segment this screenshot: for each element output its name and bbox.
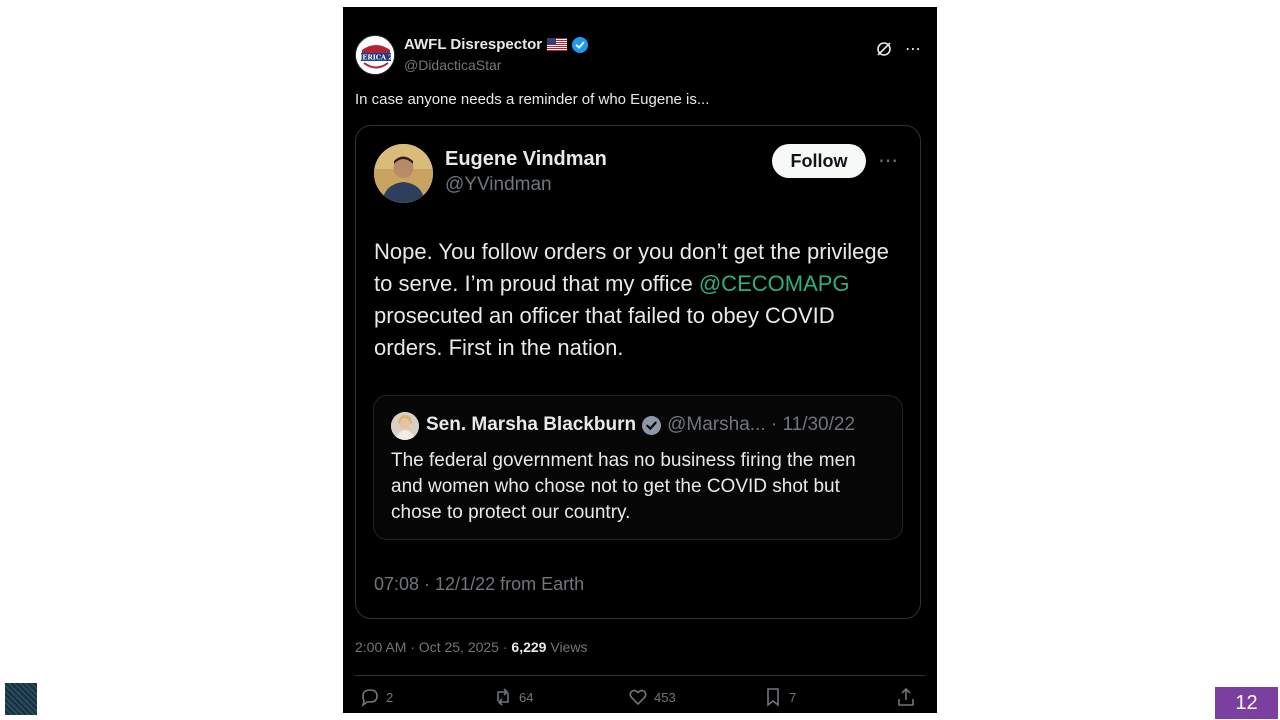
- tweet-meta: 2:00 AM · Oct 25, 2025 · 6,229 Views: [355, 639, 587, 655]
- embedded-screenshot-card: Eugene Vindman @YVindman Follow ⋯ Nope. …: [355, 125, 921, 619]
- views-label: Views: [546, 639, 588, 655]
- america-250-logo: AMERICA 250: [356, 36, 395, 74]
- author-handle[interactable]: @DidacticaStar: [404, 57, 501, 73]
- embedded-timestamp: 07:08 · 12/1/22 from Earth: [374, 574, 585, 594]
- avatar-logo-text: AMERICA 250: [356, 54, 395, 62]
- grok-icon[interactable]: [875, 40, 893, 58]
- embedded-avatar: [374, 144, 433, 203]
- embedded-more-icon: ⋯: [878, 150, 899, 172]
- embedded-author-name: Eugene Vindman: [445, 148, 607, 170]
- divider: [355, 675, 925, 676]
- reply-icon: [361, 689, 378, 707]
- author-name-row: AWFL Disrespector: [404, 36, 589, 53]
- embedded-tweet-body: Nope. You follow orders or you don’t get…: [374, 236, 904, 364]
- reply-button[interactable]: 2: [360, 687, 393, 707]
- tweet-header: AMERICA 250 AWFL Disrespector @D: [355, 35, 925, 77]
- follow-button: Follow: [772, 144, 866, 178]
- share-button[interactable]: [896, 687, 916, 707]
- header-actions: ⋯: [875, 39, 921, 59]
- views-count: 6,229: [511, 639, 547, 655]
- embedded-author-handle: @YVindman: [445, 174, 552, 195]
- repost-button[interactable]: 64: [493, 687, 533, 707]
- bookmark-icon: [767, 688, 779, 707]
- like-button[interactable]: 453: [628, 687, 676, 707]
- avatar[interactable]: AMERICA 250: [355, 35, 395, 75]
- heart-icon: [629, 689, 647, 706]
- tweet-text: In case anyone needs a reminder of who E…: [355, 91, 710, 108]
- verified-badge-icon: [642, 415, 662, 435]
- quoted-header: Sen. Marsha Blackburn @Marsha... · 11/30…: [426, 414, 855, 436]
- embedded-body-text-2: prosecuted an officer that failed to obe…: [374, 303, 835, 360]
- quoted-author-handle: @Marsha... · 11/30/22: [667, 414, 856, 435]
- tweet-screenshot: AMERICA 250 AWFL Disrespector @D: [343, 7, 937, 713]
- repost-icon: [497, 688, 509, 706]
- quoted-tweet-body: The federal government has no business f…: [391, 450, 856, 523]
- slide: AMERICA 250 AWFL Disrespector @D: [0, 0, 1280, 720]
- more-options-icon[interactable]: ⋯: [905, 39, 921, 59]
- quoted-avatar: [391, 412, 419, 440]
- tweet-action-bar: 2 64 453 7: [355, 687, 925, 711]
- tweet-timestamp[interactable]: 2:00 AM · Oct 25, 2025 ·: [355, 639, 511, 655]
- share-icon: [898, 687, 914, 706]
- quoted-author-name: Sen. Marsha Blackburn: [426, 414, 637, 435]
- like-count: 453: [654, 689, 676, 705]
- repost-count: 64: [519, 689, 534, 705]
- bookmark-button[interactable]: 7: [763, 687, 796, 707]
- us-flag-icon: [547, 38, 568, 51]
- author-name[interactable]: AWFL Disrespector: [404, 36, 542, 53]
- slide-corner-decoration: [5, 683, 37, 715]
- slide-page-number: 12: [1215, 687, 1278, 719]
- verified-badge-icon: [572, 36, 589, 53]
- bookmark-count: 7: [789, 689, 797, 705]
- quoted-tweet: Sen. Marsha Blackburn @Marsha... · 11/30…: [373, 395, 903, 540]
- person-photo-icon: [391, 412, 419, 440]
- person-photo-icon: [374, 144, 433, 203]
- reply-count: 2: [386, 689, 394, 705]
- mention-link: @CECOMAPG: [698, 271, 850, 296]
